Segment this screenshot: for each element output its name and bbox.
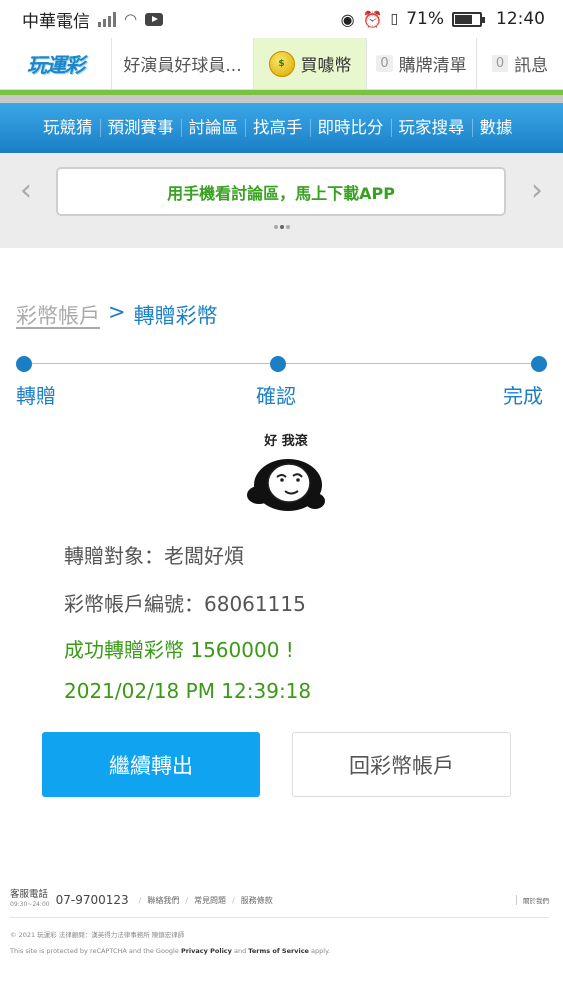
status-bar: 中華電信 ◠ ◉ ⏰ ▯ 71% 12:40 (0, 0, 563, 38)
menu-item-guess[interactable]: 玩競猜 (36, 119, 100, 137)
wifi-icon: ◠ (124, 10, 138, 28)
coin-account-number: 彩幣帳戶編號：68061115 (64, 592, 306, 616)
divider: / (138, 895, 142, 905)
vibrate-icon: ▯ (390, 11, 399, 27)
menu-item-predict[interactable]: 預測賽事 (99, 119, 181, 137)
continue-transfer-button[interactable]: 繼續轉出 (42, 732, 260, 797)
terms-link[interactable]: 服務條款 (241, 895, 273, 906)
divider-bar (0, 95, 563, 103)
step-label-confirm: 確認 (256, 384, 296, 408)
back-to-account-button[interactable]: 回彩幣帳戶 (292, 732, 511, 797)
carrier-label: 中華電信 (22, 11, 90, 32)
buy-coins-button[interactable]: $ 買噱幣 (254, 38, 367, 89)
user-menu[interactable]: 好演員好球員... (112, 38, 254, 89)
divider: / (232, 895, 235, 905)
battery-percent: 71% (406, 9, 444, 29)
breadcrumb-separator: > (108, 300, 126, 324)
coin-icon: $ (268, 50, 295, 77)
main-menu: 玩競猜 預測賽事 討論區 找高手 即時比分 玩家搜尋 數據 (0, 103, 563, 153)
step-label-done: 完成 (503, 384, 543, 408)
menu-item-forum[interactable]: 討論區 (180, 119, 246, 137)
carousel-dot[interactable] (273, 225, 278, 229)
breadcrumb: 彩幣帳戶 > 轉贈彩幣 (16, 300, 218, 330)
faq-link[interactable]: 常見問題 (194, 895, 226, 906)
breadcrumb-current: 轉贈彩幣 (133, 304, 218, 328)
contact-us-link[interactable]: 聯絡我們 (147, 895, 179, 906)
step-dot (16, 356, 32, 372)
carousel-dot[interactable] (279, 225, 284, 229)
step-dot (270, 356, 286, 372)
footer: 客服電話 09:30~24:00 07-9700123 / 聯絡我們 / 常見問… (10, 890, 549, 959)
alarm-icon: ⏰ (362, 9, 383, 29)
battery-icon (452, 11, 485, 27)
menu-item-data[interactable]: 數據 (471, 119, 520, 137)
chevron-right-icon[interactable]: › (531, 173, 543, 208)
step-dot (531, 356, 547, 372)
panda-meme-icon (247, 459, 325, 511)
step-label-transfer: 轉贈 (16, 384, 56, 408)
meme-image: 好 我滾 (245, 430, 327, 514)
privacy-policy-link[interactable]: Privacy Policy (181, 947, 232, 955)
messages-count: 0 (491, 55, 509, 72)
legal-text: © 2021 玩運彩 法律顧問：漢英得力法律事務所 陳鎮宏律師 (10, 931, 185, 939)
carousel-dot[interactable] (285, 225, 290, 229)
eye-icon: ◉ (340, 9, 355, 29)
purchase-list-count: 0 (376, 55, 393, 72)
menu-item-live-scores[interactable]: 即時比分 (309, 119, 391, 137)
carousel-dots (0, 225, 563, 229)
messages-link[interactable]: 0 訊息 (477, 38, 563, 89)
transfer-target: 轉贈對象：老闆好煩 (64, 544, 244, 568)
recaptcha-notice: This site is protected by reCAPTCHA and … (10, 947, 331, 955)
about-us-link[interactable]: 關於我們 (516, 895, 549, 905)
signal-icon (98, 11, 116, 27)
progress-steps: 轉贈 確認 完成 (16, 356, 547, 416)
menu-item-experts[interactable]: 找高手 (245, 119, 310, 137)
meme-caption: 好 我滾 (264, 434, 308, 449)
menu-item-player-search[interactable]: 玩家搜尋 (390, 119, 472, 137)
customer-service: 客服電話 09:30~24:00 (10, 889, 50, 909)
app-banner: ‹ 用手機看討論區，馬上下載APP › (0, 153, 563, 248)
terms-of-service-link[interactable]: Terms of Service (248, 947, 309, 955)
clock: 12:40 (496, 9, 545, 29)
footer-divider (10, 917, 549, 918)
divider: / (185, 895, 189, 905)
download-app-banner[interactable]: 用手機看討論區，馬上下載APP (56, 167, 506, 216)
success-message: 成功轉贈彩幣 1560000 ! (64, 638, 294, 662)
chevron-left-icon[interactable]: ‹ (20, 173, 32, 208)
breadcrumb-coin-account[interactable]: 彩幣帳戶 (16, 300, 100, 330)
purchase-list-link[interactable]: 0 購牌清單 (367, 38, 477, 89)
youtube-icon (145, 12, 164, 26)
service-phone[interactable]: 07-9700123 (56, 893, 129, 907)
top-nav: 玩運彩 好演員好球員... $ 買噱幣 0 購牌清單 0 訊息 (0, 38, 563, 90)
site-logo[interactable]: 玩運彩 (0, 38, 112, 89)
transfer-datetime: 2021/02/18 PM 12:39:18 (64, 679, 312, 703)
